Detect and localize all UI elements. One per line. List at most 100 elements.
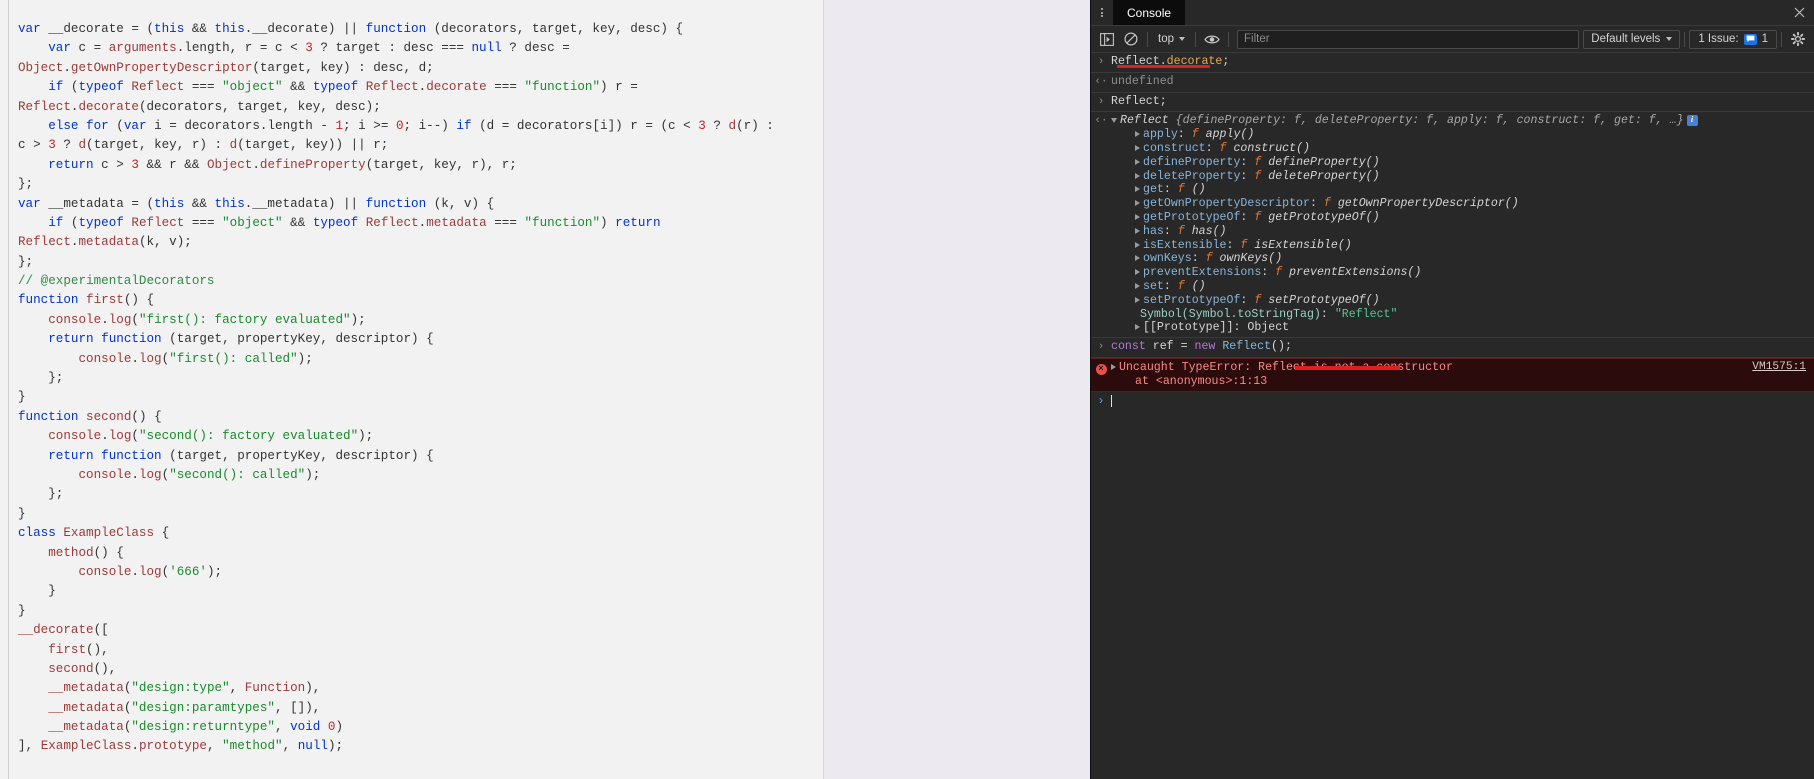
expand-triangle-icon[interactable] [1135, 324, 1140, 331]
object-property-line[interactable]: isExtensible: f isExtensible() [1111, 239, 1806, 253]
code-editor-panel[interactable]: var __decorate = (this && this.__decorat… [0, 0, 824, 779]
code-token: = ( [123, 22, 155, 36]
output-arrow-icon: ‹· [1094, 115, 1108, 128]
expand-triangle-icon[interactable] [1135, 255, 1140, 262]
expand-triangle-icon[interactable] [1135, 269, 1140, 276]
expand-triangle-icon[interactable] [1135, 172, 1140, 179]
console-input-row[interactable]: › Reflect; [1091, 93, 1814, 113]
console-prompt-row[interactable]: › [1091, 392, 1814, 412]
property-value: () [1191, 183, 1206, 197]
expand-triangle-icon[interactable] [1135, 200, 1140, 207]
object-property-line[interactable]: deleteProperty: f deleteProperty() [1111, 170, 1806, 184]
property-separator: : [1191, 252, 1206, 266]
code-token: arguments [108, 41, 177, 56]
console-object-body: Reflect {defineProperty: f, deleteProper… [1111, 114, 1814, 335]
code-token: second [86, 409, 132, 424]
object-property-line[interactable]: apply: f apply() [1111, 128, 1806, 142]
execution-context-select[interactable]: top [1152, 31, 1191, 47]
property-value: isExtensible() [1254, 238, 1352, 252]
function-symbol: f [1275, 266, 1290, 280]
object-property-line[interactable]: get: f () [1111, 183, 1806, 197]
console-input-text: Reflect.decorate; [1111, 55, 1814, 69]
code-token: var [48, 41, 79, 56]
more-vertical-icon[interactable] [1091, 0, 1113, 25]
info-badge-icon[interactable]: i [1686, 114, 1698, 126]
code-token: . [63, 60, 71, 75]
object-prototype-line[interactable]: [[Prototype]]: Object [1111, 321, 1806, 335]
code-token: 3 [305, 41, 313, 56]
expand-triangle-icon[interactable] [1135, 241, 1140, 248]
clear-console-icon[interactable] [1119, 28, 1143, 50]
property-value: ownKeys() [1219, 252, 1283, 266]
code-token: Reflect [365, 215, 419, 230]
code-token: ExampleClass [63, 526, 155, 541]
error-message-line[interactable]: Uncaught TypeError: Reflect is not a con… [1111, 361, 1806, 375]
expand-triangle-icon[interactable] [1135, 186, 1140, 193]
code-line: } [18, 582, 774, 601]
object-property-line[interactable]: setPrototypeOf: f setPrototypeOf() [1111, 294, 1806, 308]
object-property-line[interactable]: getPrototypeOf: f getPrototypeOf() [1111, 211, 1806, 225]
tab-console[interactable]: Console [1113, 0, 1186, 25]
text-cursor [1111, 395, 1112, 408]
expand-triangle-icon[interactable] [1135, 158, 1140, 165]
code-token: } [18, 603, 26, 618]
console-input-row[interactable]: › Reflect.decorate; [1091, 53, 1814, 73]
expand-triangle-icon[interactable] [1135, 131, 1140, 138]
expand-triangle-icon[interactable] [1111, 363, 1116, 370]
property-value: getOwnPropertyDescriptor() [1337, 197, 1519, 211]
code-token: decorate [426, 80, 487, 95]
chevron-down-icon-levels [1666, 37, 1673, 41]
object-property-line[interactable]: defineProperty: f defineProperty() [1111, 156, 1806, 170]
function-symbol: f [1240, 238, 1255, 252]
console-error-row[interactable]: × Uncaught TypeError: Reflect is not a co… [1091, 357, 1814, 392]
gear-icon[interactable] [1786, 28, 1810, 50]
code-token: "first(): called" [169, 351, 298, 366]
console-message-list[interactable]: › Reflect.decorate; ‹· undefined › Reflect; ‹·… [1091, 53, 1814, 779]
filter-input[interactable] [1237, 29, 1580, 49]
object-property-line[interactable]: ownKeys: f ownKeys() [1111, 252, 1806, 266]
log-levels-select[interactable]: Default levels [1583, 29, 1681, 49]
function-symbol: f [1177, 224, 1192, 238]
code-token: . [131, 739, 139, 754]
expand-triangle-icon[interactable] [1135, 282, 1140, 289]
object-property-line[interactable]: getOwnPropertyDescriptor: f getOwnProper… [1111, 197, 1806, 211]
object-header-line[interactable]: Reflect {defineProperty: f, deleteProper… [1111, 114, 1806, 128]
object-property-line[interactable]: set: f () [1111, 280, 1806, 294]
code-token: metadata [426, 215, 487, 230]
code-line: } [18, 388, 774, 407]
expand-triangle-icon[interactable] [1135, 144, 1140, 151]
code-token: && [184, 22, 215, 36]
property-separator: : [1240, 169, 1255, 183]
code-token: ); [305, 467, 321, 482]
expand-triangle-icon[interactable] [1135, 227, 1140, 234]
code-line: Reflect.decorate(decorators, target, key… [18, 98, 774, 117]
code-token: }; [48, 371, 64, 386]
code-token: method [48, 545, 94, 560]
function-symbol: f [1254, 169, 1269, 183]
expand-triangle-icon[interactable] [1111, 117, 1117, 123]
symbol-key: Symbol(Symbol.toStringTag) [1140, 307, 1321, 321]
object-property-line[interactable]: construct: f construct() [1111, 142, 1806, 156]
expand-triangle-icon[interactable] [1135, 296, 1140, 303]
object-property-line[interactable]: preventExtensions: f preventExtensions() [1111, 266, 1806, 280]
issues-status-chip[interactable]: 1 Issue: 1 [1689, 29, 1777, 49]
code-token: && [184, 196, 215, 211]
issues-label: 1 Issue: [1698, 33, 1739, 45]
live-expression-eye-icon[interactable] [1200, 28, 1224, 50]
console-token: ; [1222, 55, 1230, 68]
code-token: ; i >= [343, 118, 396, 133]
code-token: getOwnPropertyDescriptor [70, 60, 253, 75]
console-sidebar-icon[interactable] [1095, 28, 1119, 50]
property-key: getOwnPropertyDescriptor [1143, 197, 1310, 211]
code-token: typeof [78, 80, 124, 95]
code-content[interactable]: var __decorate = (this && this.__decorat… [18, 20, 774, 757]
property-key: getPrototypeOf [1143, 210, 1241, 224]
object-property-line[interactable]: has: f has() [1111, 225, 1806, 239]
console-input-row[interactable]: › const ref = new Reflect(); [1091, 338, 1814, 358]
expand-triangle-icon[interactable] [1135, 213, 1140, 220]
code-editor-surface[interactable]: var __decorate = (this && this.__decorat… [0, 0, 824, 779]
close-icon[interactable] [1784, 0, 1814, 25]
error-source-link[interactable]: VM1575:1 [1752, 361, 1806, 375]
code-token: if [48, 215, 64, 230]
